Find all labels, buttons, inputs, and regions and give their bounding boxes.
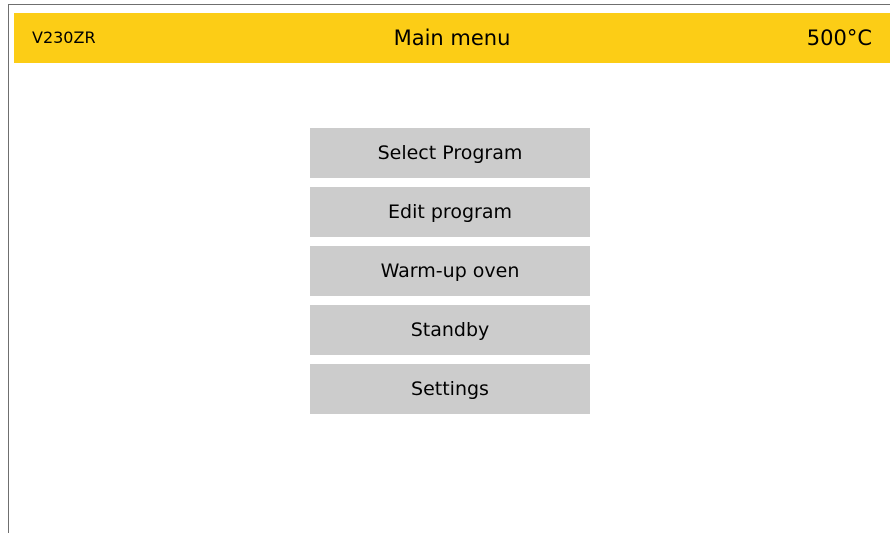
standby-button[interactable]: Standby: [310, 305, 590, 355]
main-menu: Select Program Edit program Warm-up oven…: [310, 128, 590, 423]
temperature-readout: 500°C: [806, 26, 872, 50]
select-program-button[interactable]: Select Program: [310, 128, 590, 178]
settings-button[interactable]: Settings: [310, 364, 590, 414]
warm-up-oven-button[interactable]: Warm-up oven: [310, 246, 590, 296]
page-title: Main menu: [393, 26, 511, 50]
header-bar: V230ZR Main menu 500°C: [14, 13, 890, 63]
edit-program-button[interactable]: Edit program: [310, 187, 590, 237]
